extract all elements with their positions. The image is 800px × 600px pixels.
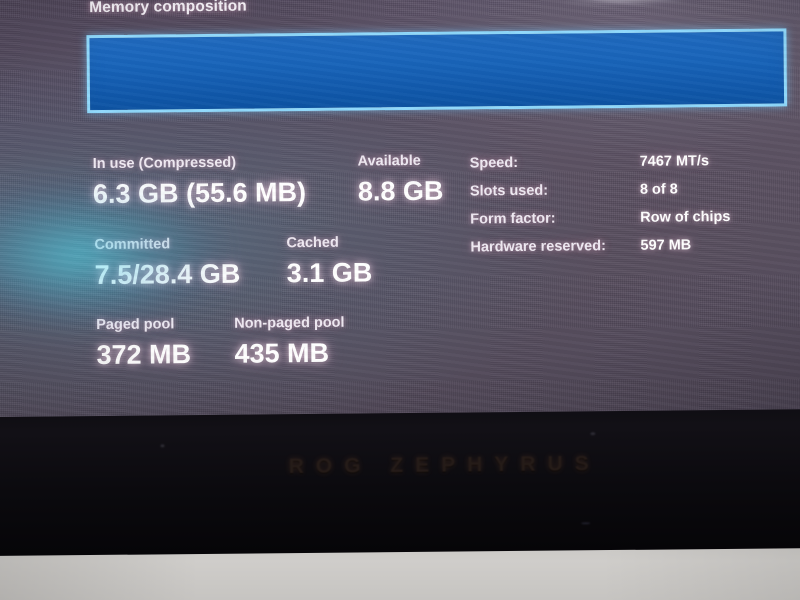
bezel-speck [160,444,165,448]
stat-in-use: In use (Compressed) 6.3 GB (55.6 MB) [92,154,307,209]
stat-nonpaged-pool-label: Non-paged pool [234,314,345,332]
photograph-of-laptop-screen: ROG ZEPHYRUS Memory composition In use (… [0,0,800,600]
task-manager-memory-panel: Memory composition In use (Compressed) 6… [0,0,800,417]
spec-row-form-factor: Form factor: Row of chips [470,209,730,239]
stat-nonpaged-pool-value: 435 MB [234,337,330,369]
spec-slots-used-value: 8 of 8 [639,181,678,198]
spec-slots-used-key: Slots used: [469,182,549,200]
stat-in-use-value: 6.3 GB (55.6 MB) [92,176,307,209]
spec-speed-key: Speed: [469,154,519,172]
stat-paged-pool-label: Paged pool [96,316,175,334]
memory-composition-heading: Memory composition [89,0,247,17]
memory-spec-list: Speed: 7467 MT/s Slots used: 8 of 8 Form… [470,153,731,267]
laptop-screen: Memory composition In use (Compressed) 6… [0,0,800,417]
spec-form-factor-value: Row of chips [640,208,731,226]
stat-committed: Committed 7.5/28.4 GB [94,236,241,290]
spec-row-speed: Speed: 7467 MT/s [470,153,730,183]
stat-cached-value: 3.1 GB [286,256,373,288]
stat-committed-label: Committed [94,236,171,254]
stat-paged-pool: Paged pool 372 MB [96,316,192,370]
spec-row-slots-used: Slots used: 8 of 8 [470,181,730,211]
stat-available: Available 8.8 GB [357,152,444,207]
memory-composition-segment-in-use [89,31,785,111]
stat-cached-label: Cached [286,234,339,252]
stat-available-value: 8.8 GB [357,175,444,207]
stat-available-label: Available [357,152,421,170]
bezel-speck [590,432,596,436]
stat-in-use-label: In use (Compressed) [92,154,237,173]
stat-nonpaged-pool: Non-paged pool 435 MB [234,314,345,369]
spec-form-factor-key: Form factor: [470,210,556,228]
spec-speed-value: 7467 MT/s [639,153,710,170]
memory-composition-bar[interactable] [86,28,788,114]
stat-committed-value: 7.5/28.4 GB [94,258,241,290]
rog-zephyrus-brand-text: ROG ZEPHYRUS [288,452,601,479]
stat-cached: Cached 3.1 GB [286,234,373,288]
spec-hardware-reserved-value: 597 MB [640,237,692,254]
spec-hardware-reserved-key: Hardware reserved: [470,238,606,256]
stat-paged-pool-value: 372 MB [96,338,192,370]
bezel-speck [581,522,591,525]
spec-row-hardware-reserved: Hardware reserved: 597 MB [470,237,730,267]
